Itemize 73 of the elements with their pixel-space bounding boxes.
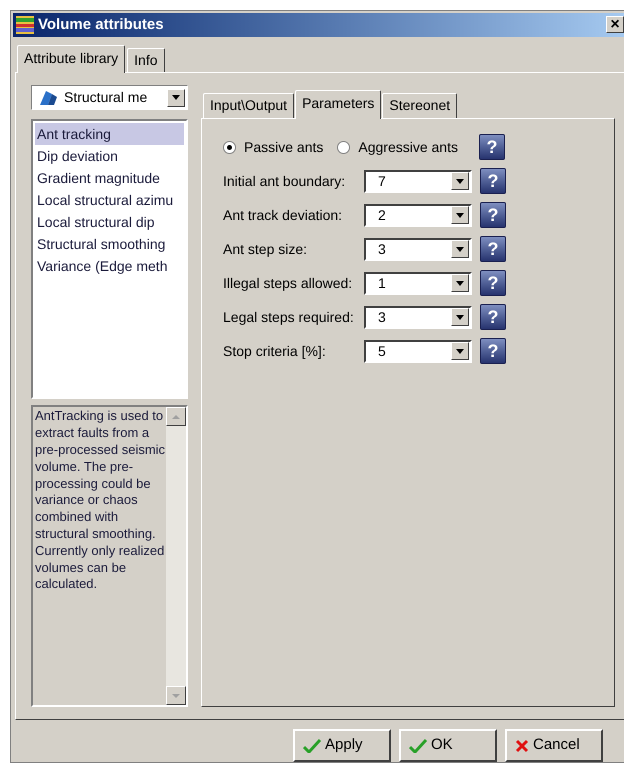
dropdown-arrow-icon [456,280,464,286]
dropdown-button[interactable] [451,308,469,326]
list-item[interactable]: Variance (Edge meth [35,255,184,278]
dropdown-arrow-icon [456,246,464,252]
checkmark-icon [409,738,427,752]
dropdown-button[interactable] [451,342,469,360]
value-dropdown[interactable]: 7 [364,170,472,193]
value-dropdown[interactable]: 2 [364,204,472,227]
help-button[interactable]: ? [480,236,506,262]
scroll-up-button[interactable] [166,407,186,426]
field-label: Ant track deviation: [223,206,344,225]
dropdown-arrow-icon [172,95,180,100]
dropdown-value: Structural me [64,88,148,108]
dropdown-button[interactable] [451,240,469,258]
dropdown-value: 1 [378,274,387,293]
checkmark-icon [303,738,321,752]
dropdown-button[interactable] [451,274,469,292]
window-title: Volume attributes [38,14,165,35]
help-button[interactable]: ? [480,202,506,228]
dropdown-value: 3 [378,240,387,259]
field-label: Initial ant boundary: [223,172,346,191]
help-button[interactable]: ? [480,168,506,194]
dialog-button[interactable]: OK [399,729,497,762]
dropdown-arrow-icon [456,178,464,184]
structural-icon [38,88,58,107]
value-dropdown[interactable]: 3 [364,238,472,261]
help-button[interactable]: ? [480,338,506,364]
value-dropdown[interactable]: 5 [364,340,472,363]
radio-option[interactable]: Aggressive ants [337,136,458,158]
dropdown-button[interactable] [451,206,469,224]
category-dropdown[interactable]: Structural me [31,85,188,110]
tab[interactable]: Parameters [295,90,382,119]
dropdown-button[interactable] [167,88,185,107]
dropdown-value: 3 [378,308,387,327]
tab[interactable]: Info [127,48,165,72]
list-item[interactable]: Ant tracking [35,123,184,146]
radio-button[interactable] [223,140,236,154]
radio-option[interactable]: Passive ants [223,136,324,158]
dropdown-button[interactable] [451,172,469,190]
close-button[interactable]: × [606,16,624,34]
dropdown-value: 5 [378,342,387,361]
field-label: Illegal steps allowed: [223,274,354,293]
radio-button[interactable] [337,140,350,154]
help-button[interactable]: ? [479,134,505,160]
dialog-button[interactable]: Apply [293,729,391,762]
help-button[interactable]: ? [480,270,506,296]
dropdown-arrow-icon [456,314,464,320]
dropdown-arrow-icon [456,212,464,218]
app-icon [16,16,34,34]
description-text: AntTracking is used to extract faults from a pre-processed seismic volume. The pre-processing could be variance or chaos combined with structural smoothing. Currently only realized volumes can be calculated. [34,407,166,594]
tab[interactable]: Attribute library [17,44,126,74]
scrollbar[interactable] [166,407,186,705]
field-label: Legal steps required: [223,308,355,327]
cross-icon [515,738,529,752]
scroll-down-button[interactable] [166,686,186,705]
dialog-button[interactable]: Cancel [505,729,603,762]
tab[interactable]: Input\Output [203,93,294,118]
dropdown-arrow-icon [456,348,464,354]
value-dropdown[interactable]: 1 [364,272,472,295]
list-item[interactable]: Local structural dip [35,211,184,234]
down-arrow-icon [172,694,180,698]
list-item[interactable]: Dip deviation [35,145,184,168]
field-label: Stop criteria [%]: [223,342,327,361]
field-label: Ant step size: [223,240,308,259]
dropdown-value: 2 [378,206,387,225]
list-item[interactable]: Local structural azimu [35,189,184,212]
list-item[interactable]: Structural smoothing [35,233,184,256]
up-arrow-icon [172,414,180,419]
tab[interactable]: Stereonet [382,93,458,118]
value-dropdown[interactable]: 3 [364,306,472,329]
dropdown-value: 7 [378,172,387,191]
help-button[interactable]: ? [480,304,506,330]
list-item[interactable]: Gradient magnitude [35,167,184,190]
